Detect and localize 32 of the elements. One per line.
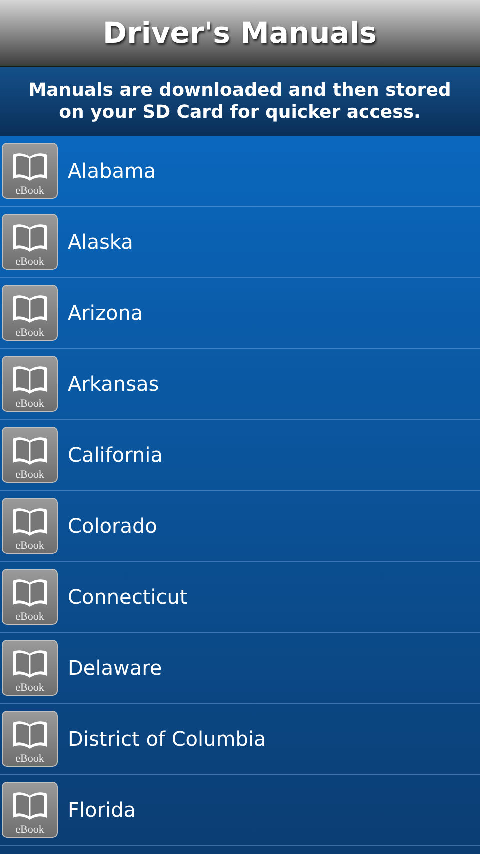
ebook-label: eBook [16, 469, 44, 481]
manual-list-item[interactable]: eBook Arizona [0, 278, 480, 349]
info-text: Manuals are downloaded and then stored on your SD Card for quicker access. [28, 80, 452, 124]
state-name: Arkansas [68, 372, 160, 396]
ebook-label: eBook [16, 682, 44, 694]
state-name: Connecticut [68, 585, 188, 609]
state-name: District of Columbia [68, 727, 266, 751]
state-name: California [68, 443, 163, 467]
manual-list-item[interactable]: eBook Connecticut [0, 562, 480, 633]
ebook-label: eBook [16, 256, 44, 268]
ebook-label: eBook [16, 611, 44, 623]
ebook-label: eBook [16, 753, 44, 765]
manual-list-item[interactable]: eBook Arkansas [0, 349, 480, 420]
state-name: Alaska [68, 230, 134, 254]
manual-list-item[interactable]: eBook Alaska [0, 207, 480, 278]
manual-list-item[interactable]: eBook Colorado [0, 491, 480, 562]
ebook-label: eBook [16, 540, 44, 552]
state-name: Colorado [68, 514, 158, 538]
state-name: Florida [68, 798, 136, 822]
state-name: Delaware [68, 656, 162, 680]
state-name: Arizona [68, 301, 144, 325]
manual-list-item[interactable]: eBook Florida [0, 775, 480, 846]
manual-list-item[interactable]: eBook California [0, 420, 480, 491]
manual-list-item[interactable]: eBook Delaware [0, 633, 480, 704]
ebook-label: eBook [16, 327, 44, 339]
ebook-label: eBook [16, 185, 44, 197]
state-name: Alabama [68, 159, 156, 183]
ebook-label: eBook [16, 824, 44, 836]
manual-list-item[interactable]: eBook District of Columbia [0, 704, 480, 775]
ebook-label: eBook [16, 398, 44, 410]
screen-title: Driver's Manuals [103, 16, 377, 50]
manual-list-item[interactable]: eBook Alabama [0, 136, 480, 207]
